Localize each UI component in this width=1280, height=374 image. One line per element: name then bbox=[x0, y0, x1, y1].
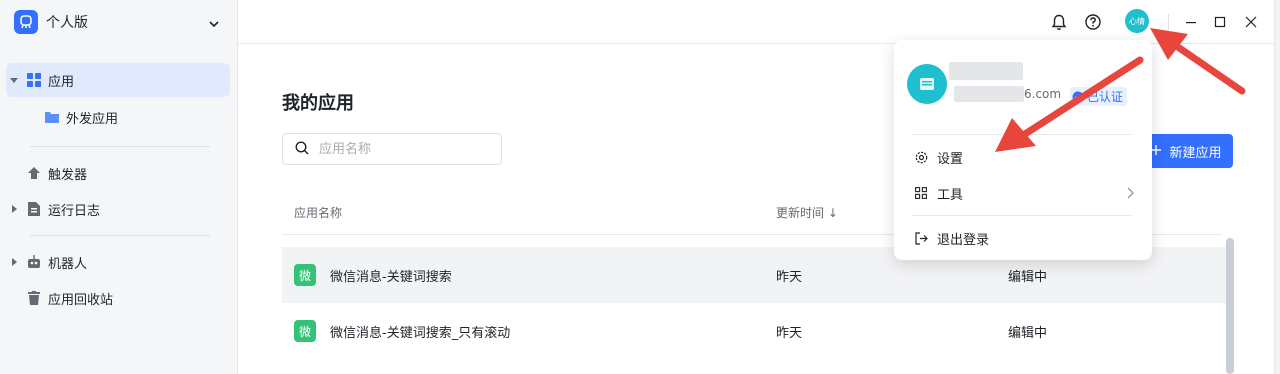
table-scrollbar[interactable] bbox=[1226, 238, 1234, 374]
email-tail: 6.com bbox=[1024, 87, 1062, 101]
sidebar-item-label: 运行日志 bbox=[48, 203, 101, 219]
minimize-icon[interactable] bbox=[1181, 12, 1201, 32]
sidebar-item-robots[interactable]: 机器人 bbox=[6, 245, 230, 279]
sidebar-divider bbox=[30, 146, 210, 147]
caret-right-icon[interactable] bbox=[6, 258, 22, 266]
sidebar-item-label: 应用回收站 bbox=[48, 292, 114, 308]
app-status: 编辑中 bbox=[1008, 270, 1048, 285]
user-avatar-large bbox=[907, 64, 947, 104]
close-icon[interactable] bbox=[1241, 12, 1261, 32]
apps-grid-icon bbox=[914, 186, 928, 200]
user-avatar[interactable]: 心情 bbox=[1125, 9, 1149, 33]
sidebar-item-external-apps[interactable]: 外发应用 bbox=[40, 100, 230, 134]
search-box[interactable] bbox=[282, 133, 502, 165]
sidebar-item-label: 触发器 bbox=[48, 167, 88, 183]
top-bar: 心情 bbox=[238, 0, 1280, 44]
sidebar-item-triggers[interactable]: 触发器 bbox=[6, 156, 230, 190]
app-updated: 昨天 bbox=[776, 270, 803, 285]
trash-icon bbox=[26, 290, 42, 306]
grid-icon bbox=[26, 72, 42, 88]
verified-label: 已认证 bbox=[1087, 90, 1124, 104]
verified-badge: 已认证 bbox=[1070, 87, 1128, 106]
chevron-down-icon[interactable] bbox=[208, 15, 220, 34]
caret-right-icon[interactable] bbox=[6, 205, 22, 213]
plus-icon bbox=[1151, 144, 1162, 159]
check-circle-icon bbox=[1072, 91, 1084, 103]
folder-icon bbox=[44, 109, 60, 125]
bell-icon[interactable] bbox=[1049, 12, 1069, 32]
maximize-icon[interactable] bbox=[1210, 12, 1230, 32]
sidebar-item-recycle-bin[interactable]: 应用回收站 bbox=[6, 281, 230, 315]
sidebar-item-label: 机器人 bbox=[48, 256, 88, 272]
sidebar-item-label: 应用 bbox=[48, 74, 75, 90]
redacted-username bbox=[949, 62, 1023, 80]
menu-divider bbox=[912, 215, 1132, 216]
menu-item-logout[interactable]: 退出登录 bbox=[914, 227, 1134, 249]
sidebar-divider bbox=[30, 235, 210, 236]
workspace-switcher[interactable]: 个人版 bbox=[14, 9, 224, 35]
logout-icon bbox=[914, 231, 928, 245]
app-name[interactable]: 微信消息-关键词搜索 bbox=[330, 266, 452, 285]
app-badge: 微 bbox=[294, 320, 316, 342]
table-row[interactable]: 微 微信消息-关键词搜索_只有滚动 昨天 编辑中 bbox=[282, 303, 1232, 359]
document-icon bbox=[26, 201, 42, 217]
sidebar-item-label: 外发应用 bbox=[66, 111, 119, 127]
sidebar-item-apps[interactable]: 应用 bbox=[6, 63, 230, 97]
redacted-email bbox=[954, 86, 1024, 102]
trigger-icon bbox=[26, 165, 42, 181]
help-icon[interactable] bbox=[1083, 12, 1103, 32]
menu-item-tools[interactable]: 工具 bbox=[914, 182, 1134, 204]
new-app-button-label: 新建应用 bbox=[1169, 145, 1222, 161]
search-icon bbox=[295, 140, 309, 159]
user-dropdown-menu: 6.com 已认证 设置 工具 退出登录 bbox=[894, 40, 1152, 260]
column-header-updated[interactable]: 更新时间 ↓ bbox=[776, 204, 838, 221]
workspace-logo-icon bbox=[14, 10, 38, 34]
app-updated: 昨天 bbox=[776, 326, 803, 341]
menu-item-label: 工具 bbox=[937, 187, 964, 203]
search-input[interactable] bbox=[317, 140, 487, 158]
menu-item-label: 设置 bbox=[937, 151, 964, 167]
window-edge bbox=[1274, 0, 1280, 374]
chevron-right-icon bbox=[1126, 187, 1134, 203]
menu-item-settings[interactable]: 设置 bbox=[914, 146, 1134, 168]
page-title: 我的应用 bbox=[282, 93, 354, 114]
app-badge: 微 bbox=[294, 264, 316, 286]
window-controls-divider bbox=[1168, 14, 1169, 30]
app-status: 编辑中 bbox=[1008, 326, 1048, 341]
menu-divider bbox=[912, 134, 1132, 135]
app-name[interactable]: 微信消息-关键词搜索_只有滚动 bbox=[330, 322, 510, 341]
sidebar: 个人版 应用 外发应用 触发器 运行日志 机器人 应用回收站 bbox=[0, 0, 238, 374]
menu-item-label: 退出登录 bbox=[937, 232, 990, 248]
column-header-name[interactable]: 应用名称 bbox=[294, 204, 342, 221]
caret-down-icon[interactable] bbox=[6, 76, 22, 84]
sidebar-item-run-logs[interactable]: 运行日志 bbox=[6, 192, 230, 226]
workspace-name: 个人版 bbox=[46, 15, 88, 31]
settings-icon bbox=[914, 150, 928, 164]
robot-icon bbox=[26, 254, 42, 270]
new-app-button[interactable]: 新建应用 bbox=[1140, 134, 1233, 168]
